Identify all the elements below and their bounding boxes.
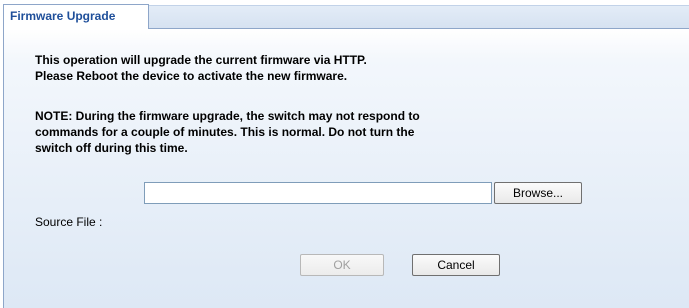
source-file-input[interactable] (144, 182, 492, 204)
tab-firmware-upgrade[interactable]: Firmware Upgrade (3, 4, 149, 29)
browse-button[interactable]: Browse... (494, 182, 582, 204)
cancel-button[interactable]: Cancel (412, 254, 500, 276)
firmware-upgrade-window: Firmware Upgrade This operation will upg… (0, 0, 689, 308)
description-line-1: This operation will upgrade the current … (35, 53, 367, 67)
note-line-3: switch off during this time. (35, 141, 188, 155)
ok-button[interactable]: OK (300, 254, 384, 276)
note-line-2: commands for a couple of minutes. This i… (35, 125, 415, 139)
tab-label: Firmware Upgrade (10, 9, 116, 23)
description-line-2: Please Reboot the device to activate the… (35, 69, 348, 83)
tab-strip (149, 5, 689, 29)
source-file-label: Source File : (35, 215, 103, 229)
note-line-1: NOTE: During the firmware upgrade, the s… (35, 109, 420, 123)
